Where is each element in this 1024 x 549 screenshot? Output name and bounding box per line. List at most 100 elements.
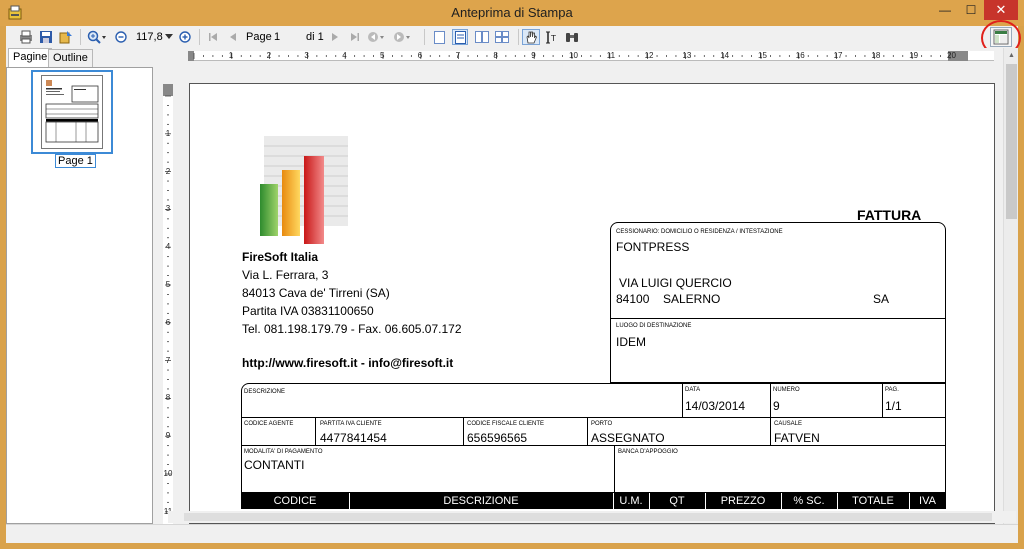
vertical-ruler: 1234567891011 (163, 84, 173, 524)
recipient-divider (610, 318, 946, 319)
last-page-icon[interactable] (348, 29, 362, 45)
window-title: Anteprima di Stampa (451, 5, 573, 20)
close-button[interactable]: ✕ (984, 0, 1018, 20)
toolbar: 117,8 Page 1 di 1 T (6, 20, 1021, 56)
ruler-label: 2 (266, 51, 272, 60)
recipient-street: VIA LUIGI QUERCIO (619, 276, 732, 290)
page-width-icon[interactable] (452, 29, 468, 45)
maximize-button[interactable]: ☐ (958, 0, 984, 20)
codice-fiscale-value: 656596565 (467, 431, 528, 445)
codice-agente-label: CODICE AGENTE (244, 421, 294, 427)
ruler-label: 3 (165, 204, 171, 214)
hand-tool-icon[interactable] (522, 29, 540, 45)
scroll-up-icon[interactable]: ▲ (1006, 50, 1017, 62)
ruler-label: 19 (909, 51, 919, 60)
minimize-button[interactable]: — (932, 0, 958, 20)
tab-outline[interactable]: Outline (48, 49, 93, 67)
thumbnail-panel: Page 1 (6, 67, 153, 524)
status-bar (6, 524, 1018, 543)
first-page-icon[interactable] (206, 29, 220, 45)
zoom-in-icon[interactable] (178, 29, 192, 45)
company-city: 84013 Cava de' Tirreni (SA) (242, 286, 390, 300)
company-vat: Partita IVA 03831100650 (242, 304, 374, 318)
ruler-label: 8 (165, 393, 171, 403)
tab-pagine[interactable]: Pagine (8, 48, 53, 67)
recipient-province: SA (873, 292, 890, 306)
recipient-name: FONTPRESS (616, 240, 690, 254)
single-page-icon[interactable] (432, 29, 446, 45)
svg-text:T: T (550, 34, 556, 43)
ruler-label: 7 (455, 51, 461, 60)
page-number-input[interactable]: 1 (274, 29, 304, 45)
col-totale: TOTALE (852, 495, 894, 507)
col-iva: IVA (919, 495, 936, 507)
ruler-label: 5 (165, 280, 171, 289)
recipient-city: SALERNO (663, 292, 721, 306)
ruler-label: 3 (304, 51, 309, 60)
ruler-label: 9 (531, 51, 536, 60)
company-web: http://www.firesoft.it - info@firesoft.i… (242, 356, 454, 370)
porto-label: PORTO (591, 421, 613, 427)
ruler-label: 11 (606, 51, 616, 60)
ruler-label: 18 (871, 51, 881, 60)
page-label: Page (246, 31, 272, 43)
ruler-label: 9 (165, 431, 171, 441)
next-page-icon[interactable] (328, 29, 342, 45)
col-descrizione: DESCRIZIONE (443, 495, 519, 507)
zoom-value[interactable]: 117,8 (136, 29, 163, 45)
numero-value: 9 (773, 399, 780, 413)
ruler-label: 4 (165, 242, 171, 252)
col-prezzo: PREZZO (720, 495, 766, 507)
page-total-label: di 1 (306, 31, 324, 43)
ruler-label: 20 (947, 51, 956, 60)
banca-label: BANCA D'APPOGGIO (618, 449, 678, 455)
destination-label: LUOGO DI DESTINAZIONE (616, 323, 692, 329)
company-name: FireSoft Italia (242, 250, 319, 264)
window-client: 117,8 Page 1 di 1 T Pagine Outline Page … (6, 20, 1021, 543)
save-icon[interactable] (38, 29, 54, 45)
ruler-label: 10 (163, 469, 173, 478)
ruler-label: 1 (228, 51, 234, 60)
back-dropdown-icon[interactable] (366, 29, 388, 45)
text-select-icon[interactable]: T (544, 29, 560, 45)
causale-value: FATVEN (774, 431, 820, 445)
ruler-label: 15 (758, 51, 767, 60)
company-address: Via L. Ferrara, 3 (242, 268, 329, 282)
destination-value: IDEM (616, 335, 646, 349)
ruler-label: 17 (833, 51, 843, 60)
partita-iva-label: PARTITA IVA CLIENTE (320, 421, 382, 427)
col-um: U.M. (619, 495, 643, 507)
forward-dropdown-icon[interactable] (392, 29, 414, 45)
multi-pages-icon[interactable] (494, 29, 510, 45)
document-type-title: FATTURA (857, 207, 922, 223)
hscroll-thumb[interactable] (184, 513, 992, 521)
company-logo (256, 132, 352, 249)
ruler-label: 1 (165, 128, 171, 138)
numero-label: NUMERO (773, 387, 800, 393)
horizontal-scrollbar[interactable] (168, 511, 1016, 523)
find-binoculars-icon[interactable] (564, 29, 580, 45)
print-preview-area[interactable]: 1 2 3 4 5 6 7 8 9 10 11 12 13 14 15 16 17 18 19 20 12345678… (156, 48, 1018, 524)
zoom-in-dropdown-icon[interactable] (86, 29, 108, 45)
prev-page-icon[interactable] (226, 29, 240, 45)
recipient-label: CESSIONARIO: DOMICILIO O RESIDENZA / INT… (616, 229, 783, 235)
scroll-thumb[interactable] (1006, 64, 1017, 219)
pagamento-value: CONTANTI (244, 458, 305, 472)
ruler-label: 6 (165, 317, 171, 327)
horizontal-ruler: 1 2 3 4 5 6 7 8 9 10 11 12 13 14 15 16 17 18 19 20 (188, 51, 994, 61)
two-pages-icon[interactable] (474, 29, 490, 45)
title-bar: Anteprima di Stampa — ☐ ✕ (0, 0, 1024, 26)
export-icon[interactable] (58, 29, 74, 45)
pag-label: PAG. (885, 387, 899, 393)
vertical-scrollbar[interactable]: ▲ ▼ (1003, 48, 1018, 524)
print-icon[interactable] (18, 29, 34, 45)
col-qt: QT (669, 495, 685, 507)
codice-fiscale-label: CODICE FISCALE CLIENTE (467, 421, 545, 427)
porto-value: ASSEGNATO (591, 431, 665, 445)
ruler-label: 16 (795, 51, 805, 60)
page-thumbnail[interactable] (31, 70, 113, 154)
zoom-out-icon[interactable] (114, 29, 128, 45)
causale-label: CAUSALE (774, 421, 803, 427)
data-value: 14/03/2014 (685, 399, 746, 413)
zoom-dropdown-icon[interactable] (164, 29, 174, 45)
